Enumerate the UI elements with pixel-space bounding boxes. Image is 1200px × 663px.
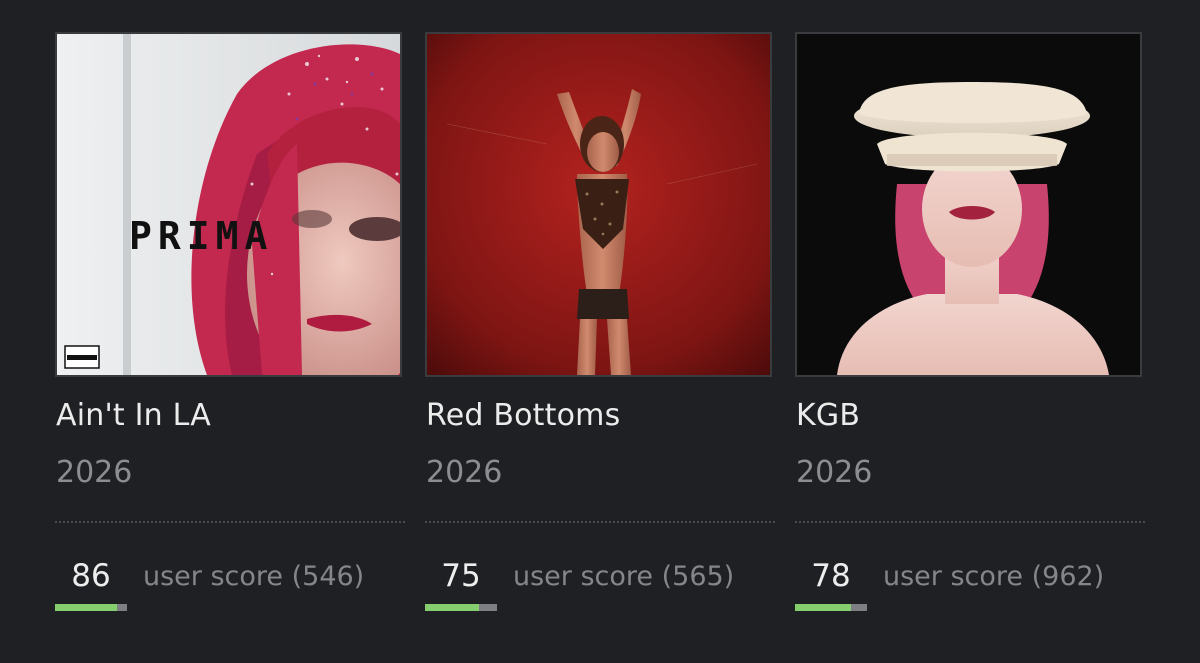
user-score-value: 75 <box>441 558 481 594</box>
album-title[interactable]: Red Bottoms <box>426 398 620 433</box>
user-score-label[interactable]: user score (962) <box>883 561 1104 592</box>
user-score-label[interactable]: user score (546) <box>143 561 364 592</box>
card-divider <box>425 521 775 523</box>
album-cover[interactable] <box>795 32 1142 377</box>
album-cover-art <box>427 34 770 375</box>
album-cover[interactable] <box>425 32 772 377</box>
user-score-bar <box>795 604 867 611</box>
user-score-value: 86 <box>71 558 111 594</box>
album-year: 2026 <box>796 455 873 490</box>
album-year: 2026 <box>426 455 503 490</box>
album-year: 2026 <box>56 455 133 490</box>
user-score-bar-fill <box>425 604 479 611</box>
album-cover-art: PRIMA <box>57 34 400 375</box>
cover-text-prima: PRIMA <box>129 214 273 258</box>
album-title[interactable]: Ain't In LA <box>56 398 211 433</box>
card-divider <box>795 521 1145 523</box>
user-score-label[interactable]: user score (565) <box>513 561 734 592</box>
card-divider <box>55 521 405 523</box>
user-score-row: 78 user score (962) <box>795 556 1145 596</box>
user-score-row: 86 user score (546) <box>55 556 405 596</box>
album-card[interactable]: Red Bottoms 2026 75 user score (565) <box>425 0 775 663</box>
album-cover-art <box>797 34 1140 375</box>
album-cover[interactable]: PRIMA <box>55 32 402 377</box>
user-score-value: 78 <box>811 558 851 594</box>
user-score-bar-fill <box>795 604 852 611</box>
album-card[interactable]: KGB 2026 78 user score (962) <box>795 0 1145 663</box>
user-score-row: 75 user score (565) <box>425 556 775 596</box>
user-score-bar <box>55 604 127 611</box>
album-grid: PRIMA Ain't In LA 2026 86 user score (54… <box>0 0 1200 663</box>
user-score-bar-fill <box>55 604 117 611</box>
album-title[interactable]: KGB <box>796 398 860 433</box>
album-card[interactable]: PRIMA Ain't In LA 2026 86 user score (54… <box>55 0 405 663</box>
user-score-bar <box>425 604 497 611</box>
